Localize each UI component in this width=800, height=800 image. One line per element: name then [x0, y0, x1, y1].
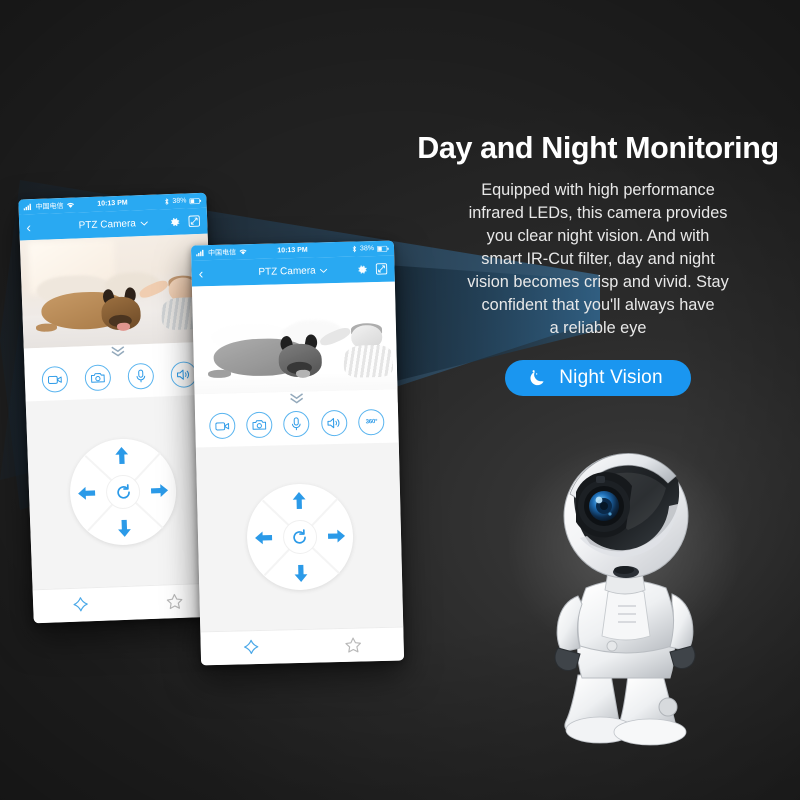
tab-favorite[interactable] — [344, 636, 361, 653]
arrow-left-icon — [78, 486, 96, 500]
star-outline-icon — [345, 637, 361, 653]
four-point-star-icon — [244, 639, 259, 655]
gear-icon[interactable] — [355, 263, 368, 276]
ptz-control-area — [195, 442, 404, 632]
microphone-button[interactable] — [126, 362, 154, 390]
ptz-down-button[interactable] — [116, 519, 133, 539]
camera-feed-night[interactable] — [191, 281, 398, 395]
description-line: infrared LEDs, this camera provides — [468, 203, 728, 222]
camera-lens-icon — [576, 472, 632, 538]
speaker-button[interactable] — [320, 409, 348, 437]
video-camera-icon — [215, 421, 229, 430]
description-line: a reliable eye — [549, 319, 647, 338]
chevron-down-icon[interactable] — [319, 268, 328, 273]
four-point-star-icon — [73, 597, 88, 612]
record-video-button[interactable] — [40, 365, 68, 393]
ptz-dpad[interactable] — [68, 437, 178, 547]
record-video-button[interactable] — [208, 412, 236, 440]
arrow-right-icon — [327, 529, 345, 543]
microphone-icon — [292, 417, 302, 431]
chevron-down-icon[interactable] — [140, 220, 148, 226]
night-vision-badge: Night Vision — [505, 359, 691, 396]
description-line: smart IR-Cut filter, day and night — [481, 249, 715, 268]
description-line: vision becomes crisp and vivid. Stay — [467, 273, 729, 292]
rotate-refresh-icon — [293, 528, 306, 544]
camera-scene — [191, 281, 398, 395]
tab-favorite[interactable] — [165, 593, 183, 611]
arrow-up-icon — [115, 446, 129, 465]
star-outline-icon — [166, 593, 182, 610]
speaker-icon — [176, 369, 189, 380]
camera-feed-day[interactable] — [19, 233, 212, 349]
double-chevron-down-icon — [111, 346, 125, 357]
panorama-360-button[interactable]: 360° — [358, 408, 385, 436]
marketing-copy: Day and Night Monitoring Equipped with h… — [398, 131, 798, 396]
double-chevron-down-icon — [289, 393, 303, 404]
description-paragraph: Equipped with high performance infrared … — [398, 179, 798, 341]
description-line: confident that you'll always have — [481, 296, 715, 315]
snapshot-button[interactable] — [83, 364, 111, 392]
video-camera-icon — [47, 375, 62, 384]
arrow-left-icon — [254, 531, 272, 545]
moon-stars-icon — [530, 369, 544, 385]
gear-icon[interactable] — [168, 215, 181, 228]
expand-icon[interactable] — [375, 263, 388, 275]
bottom-tab-bar — [32, 582, 222, 624]
ptz-up-button[interactable] — [113, 446, 130, 466]
ptz-right-button[interactable] — [326, 528, 345, 544]
ptz-down-button[interactable] — [292, 564, 308, 583]
speaker-button[interactable] — [169, 361, 197, 389]
ptz-dpad[interactable] — [245, 482, 354, 592]
ptz-up-button[interactable] — [290, 491, 306, 510]
page-title: Day and Night Monitoring — [417, 131, 779, 165]
ptz-control-area — [25, 394, 221, 590]
rotate-refresh-icon — [116, 483, 130, 499]
robot-security-camera — [500, 430, 750, 760]
control-icon-row: 360° — [194, 402, 399, 448]
tab-cruise[interactable] — [243, 639, 260, 656]
arrow-right-icon — [150, 484, 169, 497]
ptz-left-button[interactable] — [77, 485, 97, 502]
photo-camera-icon — [252, 420, 267, 430]
ptz-right-button[interactable] — [150, 482, 170, 499]
description-line: Equipped with high performance — [481, 180, 715, 199]
control-icon-row — [24, 354, 214, 402]
microphone-icon — [135, 369, 145, 383]
microphone-button[interactable] — [283, 410, 311, 438]
arrow-down-icon — [118, 519, 131, 537]
night-vision-badge-label: Night Vision — [559, 366, 663, 388]
arrow-up-icon — [292, 491, 306, 510]
bottom-tab-bar — [200, 626, 405, 666]
360-icon: 360° — [365, 419, 378, 426]
ptz-left-button[interactable] — [253, 530, 272, 546]
photo-camera-icon — [90, 373, 105, 383]
expand-icon[interactable] — [188, 215, 200, 227]
speaker-icon — [327, 418, 340, 429]
nav-title-label: PTZ Camera — [78, 217, 137, 231]
tab-cruise[interactable] — [71, 596, 89, 614]
arrow-down-icon — [294, 564, 307, 582]
snapshot-button[interactable] — [246, 411, 273, 439]
nav-title-label: PTZ Camera — [258, 265, 316, 278]
phone-night-view[interactable]: 中国电信 10:13 PM 38% ‹ PTZ Camera 360° — [190, 240, 405, 666]
description-line: you clear night vision. And with — [486, 226, 710, 245]
camera-scene — [19, 233, 212, 349]
